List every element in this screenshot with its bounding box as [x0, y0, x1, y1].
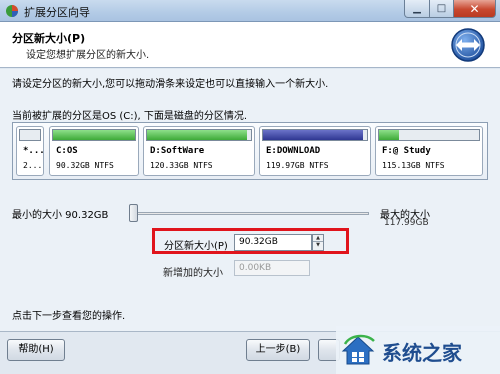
- wizard-content: 请设定分区的新大小,您可以拖动滑条来设定也可以直接输入一个新大小. 当前被扩展的…: [0, 69, 500, 331]
- close-button[interactable]: ✕: [454, 0, 496, 18]
- size-slider-thumb[interactable]: [129, 204, 138, 222]
- disk-map: *... 2... C:OS 90.32GB NTFS D:SoftWare 1…: [12, 122, 488, 180]
- partition-card[interactable]: *... 2...: [16, 126, 45, 176]
- spin-up-icon[interactable]: ▲: [313, 235, 323, 242]
- page-title: 分区新大小(P): [12, 32, 86, 45]
- partition-size: 115.13GB NTFS: [382, 161, 445, 170]
- partition-size: 119.97GB NTFS: [266, 161, 329, 170]
- partition-name: *...: [23, 146, 45, 156]
- usage-fill: [147, 130, 247, 140]
- new-size-spinner[interactable]: ▲ ▼: [312, 234, 324, 251]
- maximize-button[interactable]: □: [430, 0, 454, 18]
- wizard-header: 分区新大小(P) 设定您想扩展分区的新大小.: [0, 22, 500, 68]
- partition-size: 120.33GB NTFS: [150, 161, 213, 170]
- partition-name: D:SoftWare: [150, 146, 205, 156]
- partition-name: C:OS: [56, 146, 78, 156]
- partition-size: 90.32GB NTFS: [56, 161, 114, 170]
- partition-app-icon: [6, 5, 18, 17]
- partition-card[interactable]: F:@ Study 115.13GB NTFS: [375, 126, 483, 176]
- partition-name: F:@ Study: [382, 146, 431, 156]
- added-size-field: 0.00KB: [234, 260, 310, 276]
- usage-bar: [19, 129, 41, 141]
- house-logo-icon: [341, 334, 375, 365]
- partition-name: E:DOWNLOAD: [266, 146, 321, 156]
- minimize-icon: ▁: [413, 3, 421, 14]
- usage-bar: [262, 129, 368, 141]
- instruction-text: 请设定分区的新大小,您可以拖动滑条来设定也可以直接输入一个新大小.: [12, 79, 329, 90]
- back-button[interactable]: 上一步(B): [246, 339, 310, 361]
- new-size-label: 分区新大小(P): [164, 241, 228, 252]
- partition-card[interactable]: D:SoftWare 120.33GB NTFS: [143, 126, 255, 176]
- partition-info-text: 当前被扩展的分区是OS (C:), 下面是磁盘的分区情况.: [12, 111, 248, 122]
- page-subtitle: 设定您想扩展分区的新大小.: [26, 50, 150, 61]
- partition-card[interactable]: E:DOWNLOAD 119.97GB NTFS: [259, 126, 371, 176]
- minimize-button[interactable]: ▁: [404, 0, 430, 18]
- min-size-label: 最小的大小 90.32GB: [12, 210, 109, 221]
- usage-fill: [53, 130, 135, 140]
- partition-card[interactable]: C:OS 90.32GB NTFS: [49, 126, 139, 176]
- extend-arrows-icon: [451, 28, 485, 62]
- partition-size: 2...: [23, 161, 43, 170]
- close-icon: ✕: [469, 1, 480, 16]
- added-size-label: 新增加的大小: [163, 268, 223, 279]
- usage-bar: [146, 129, 252, 141]
- title-bar: 扩展分区向导 ▁ □ ✕: [0, 0, 500, 22]
- spin-down-icon[interactable]: ▼: [313, 242, 323, 249]
- watermark-text: 系统之家: [382, 341, 462, 365]
- usage-fill: [263, 130, 363, 140]
- usage-bar: [52, 129, 136, 141]
- help-button[interactable]: 帮助(H): [7, 339, 65, 361]
- size-slider-track[interactable]: [133, 212, 369, 215]
- usage-fill: [379, 130, 399, 140]
- watermark: 系统之家: [336, 326, 500, 374]
- maximize-icon: □: [436, 3, 447, 14]
- next-step-hint: 点击下一步查看您的操作.: [12, 311, 126, 322]
- window-title: 扩展分区向导: [24, 6, 90, 19]
- usage-bar: [378, 129, 480, 141]
- new-size-input[interactable]: 90.32GB: [234, 234, 312, 251]
- max-size-value: 117.99GB: [384, 218, 429, 228]
